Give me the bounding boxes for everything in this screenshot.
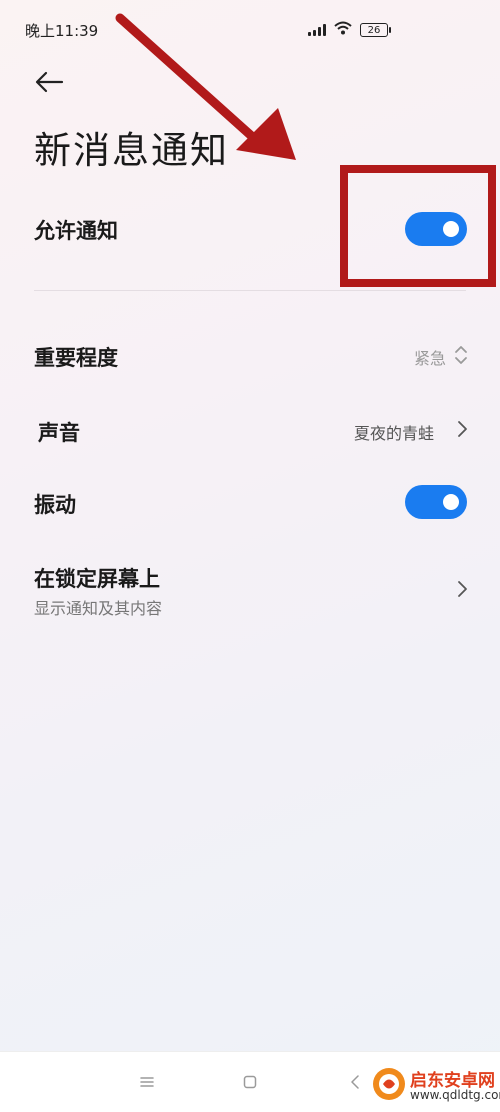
lock-screen-row[interactable]: 在锁定屏幕上 显示通知及其内容 (0, 555, 500, 625)
lock-screen-label: 在锁定屏幕上 (34, 567, 160, 591)
status-bar: 晚上11:39 26 (0, 0, 500, 60)
chevron-right-icon (458, 421, 467, 437)
back-chevron-icon (351, 1075, 359, 1089)
back-nav-button[interactable] (343, 1070, 367, 1094)
battery-icon: 26 (360, 22, 391, 37)
watermark-url: www.qdldtg.com (410, 1088, 500, 1102)
vibration-toggle[interactable] (405, 485, 467, 519)
page-title: 新消息通知 (34, 129, 229, 172)
divider (34, 290, 466, 291)
status-time: 晚上11:39 (25, 22, 99, 40)
back-button[interactable] (34, 62, 74, 102)
menu-button[interactable] (135, 1070, 159, 1094)
chevron-right-icon (458, 581, 467, 597)
sound-row[interactable]: 声音 夏夜的青蛙 (0, 400, 500, 460)
wifi-icon (334, 20, 352, 39)
importance-label: 重要程度 (34, 346, 118, 370)
importance-value: 紧急 (413, 349, 446, 368)
annotation-highlight-box (340, 165, 496, 287)
vibration-row[interactable]: 振动 (0, 472, 500, 532)
vibration-label: 振动 (34, 493, 76, 517)
menu-icon (140, 1077, 154, 1087)
up-down-chevron-icon (455, 346, 467, 364)
status-icons: 26 (308, 20, 391, 39)
sound-value: 夏夜的青蛙 (353, 424, 434, 443)
sound-label: 声音 (38, 421, 80, 445)
lock-screen-subtitle: 显示通知及其内容 (34, 599, 163, 618)
home-button[interactable] (238, 1070, 262, 1094)
home-square-icon (243, 1075, 257, 1089)
arrow-left-icon (35, 71, 64, 93)
watermark: 启东安卓网 www.qdldtg.com (372, 1064, 500, 1108)
watermark-logo-icon (373, 1068, 405, 1100)
signal-icon (308, 23, 326, 36)
allow-notifications-label: 允许通知 (34, 219, 118, 243)
importance-row[interactable]: 重要程度 紧急 (0, 325, 500, 385)
toggle-knob (443, 494, 459, 510)
